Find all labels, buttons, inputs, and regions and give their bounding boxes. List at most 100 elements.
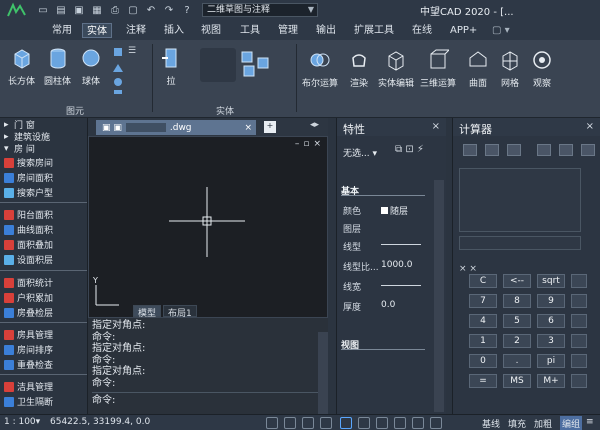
calc-key-pi[interactable]: pi <box>537 354 565 368</box>
document-tab[interactable]: ▣ ▣ .dwg × <box>96 120 256 135</box>
tab-extended-tools[interactable]: 扩展工具 <box>350 23 398 38</box>
pick-point-icon[interactable] <box>537 144 551 156</box>
calc-key-c[interactable]: C <box>469 274 497 288</box>
tab-annotate[interactable]: 注释 <box>122 23 150 38</box>
paste-icon[interactable] <box>581 144 595 156</box>
palette-item-room-sort[interactable]: 房间排序 <box>4 343 53 356</box>
calc-key-extra[interactable] <box>571 294 587 308</box>
palette-item-overlap-check[interactable]: 重叠检查 <box>4 358 53 371</box>
cylinder-button[interactable]: 圆柱体 <box>44 46 71 87</box>
transparency-icon[interactable] <box>412 417 424 429</box>
lineweight-preview[interactable] <box>381 285 421 286</box>
calc-key-sqrt[interactable]: sqrt <box>537 274 565 288</box>
palette-item-balcony-area[interactable]: 阳台面积 <box>4 208 53 221</box>
calc-key-1[interactable]: 1 <box>469 334 497 348</box>
palette-item-room-area[interactable]: 房间面积 <box>4 171 53 184</box>
polar-icon[interactable] <box>320 417 332 429</box>
tab-layout1[interactable]: 布局1 <box>163 305 197 319</box>
tab-app-plus[interactable]: APP+ <box>446 23 481 38</box>
3d-ops-button[interactable]: 三维运算 <box>418 48 458 89</box>
calc-key-mplus[interactable]: M+ <box>537 374 565 388</box>
help-icon[interactable]: ? <box>180 3 194 17</box>
close-icon[interactable]: × <box>432 121 440 132</box>
sphere-button[interactable]: 球体 <box>80 46 102 87</box>
grid-icon[interactable] <box>266 417 278 429</box>
linetype-preview[interactable] <box>381 244 421 245</box>
quick-select-icons[interactable]: ⧉ ⊡ ⚡ <box>395 144 424 155</box>
observe-button[interactable]: 观察 <box>528 48 556 89</box>
palette-item-curve-area[interactable]: 曲线面积 <box>4 223 53 236</box>
more-primitives-icon[interactable] <box>112 46 126 96</box>
status-toggle-bold[interactable]: 加粗 <box>534 417 552 430</box>
tab-model[interactable]: 模型 <box>133 305 162 319</box>
render-button[interactable]: 渲染 <box>344 48 374 89</box>
calc-key-extra[interactable] <box>571 274 587 288</box>
palette-item-overlap-layer[interactable]: 房叠检层 <box>4 306 53 319</box>
palette-item-partition[interactable]: 卫生隔断 <box>4 395 53 408</box>
new-tab-icon[interactable]: + <box>264 121 276 133</box>
calc-key-4[interactable]: 4 <box>469 314 497 328</box>
drawing-canvas[interactable]: –▫× Y 模型 布局1 <box>88 136 328 319</box>
selection-dropdown[interactable]: 无选... ▾ <box>343 146 377 159</box>
tab-manage[interactable]: 管理 <box>274 23 302 38</box>
solid-tool-icon[interactable] <box>240 50 280 83</box>
calc-key-5[interactable]: 5 <box>503 314 531 328</box>
calc-key-backspace[interactable]: <-- <box>503 274 531 288</box>
calc-key-extra[interactable] <box>571 334 587 348</box>
calc-key-7[interactable]: 7 <box>469 294 497 308</box>
palette-item-sanitary[interactable]: 洁具管理 <box>4 380 53 393</box>
calc-key-extra[interactable] <box>571 374 587 388</box>
calc-key-dot[interactable]: . <box>503 354 531 368</box>
print-icon[interactable]: ⎙ <box>108 3 122 17</box>
save-as-icon[interactable]: ▦ <box>90 3 104 17</box>
selection-cycle-icon[interactable] <box>430 417 442 429</box>
tab-online[interactable]: 在线 <box>408 23 436 38</box>
status-menu-icon[interactable]: ≡ <box>586 417 594 427</box>
palette-item-area-layer[interactable]: 设面积层 <box>4 253 53 266</box>
tab-tools[interactable]: 工具 <box>236 23 264 38</box>
osnap-icon[interactable] <box>340 417 352 429</box>
palette-item-search-room[interactable]: 搜索房间 <box>4 156 53 169</box>
palette-item-area-sum[interactable]: 户积累加 <box>4 291 53 304</box>
prop-value-thickness[interactable]: 0.0 <box>381 300 395 310</box>
ribbon-options-icon[interactable]: ▢ ▾ <box>488 23 514 38</box>
calc-key-6[interactable]: 6 <box>537 314 565 328</box>
tab-solid[interactable]: 实体 <box>82 23 112 38</box>
close-icon[interactable]: × <box>244 123 252 133</box>
close-icon[interactable]: × <box>586 121 594 132</box>
calc-key-extra[interactable] <box>571 314 587 328</box>
distance-icon[interactable] <box>507 144 521 156</box>
solid-edit-button[interactable]: 实体编辑 <box>376 48 416 89</box>
prop-value-color[interactable]: 随层 <box>381 204 408 217</box>
tab-common[interactable]: 常用 <box>48 23 76 38</box>
calc-key-0[interactable]: 0 <box>469 354 497 368</box>
palette-item-area-add[interactable]: 面积叠加 <box>4 238 53 251</box>
calc-key-2[interactable]: 2 <box>503 334 531 348</box>
otrack-icon[interactable] <box>358 417 370 429</box>
status-toggle-fill[interactable]: 填充 <box>508 417 526 430</box>
preview-icon[interactable]: ▢ <box>126 3 140 17</box>
calc-key-9[interactable]: 9 <box>537 294 565 308</box>
properties-scrollbar[interactable] <box>434 180 444 412</box>
calc-key-8[interactable]: 8 <box>503 294 531 308</box>
section-basic[interactable]: 基本 <box>341 184 425 197</box>
status-toggle-baseline[interactable]: 基线 <box>482 417 500 430</box>
undo-icon[interactable]: ↶ <box>144 3 158 17</box>
surface-button[interactable]: 曲面 <box>464 48 492 89</box>
clear-icon[interactable] <box>463 144 477 156</box>
palette-item-search-type[interactable]: 搜索户型 <box>4 186 53 199</box>
prop-value-ltscale[interactable]: 1000.0 <box>381 260 413 270</box>
box-button[interactable]: 长方体 <box>8 46 35 87</box>
mesh-button[interactable]: 网格 <box>496 48 524 89</box>
tab-view[interactable]: 视图 <box>197 23 225 38</box>
angle-icon[interactable] <box>559 144 573 156</box>
extrude-button[interactable]: 拉 <box>160 46 182 87</box>
annotation-scale[interactable]: 1 : 100▾ <box>4 417 40 427</box>
command-scrollbar[interactable] <box>318 332 328 414</box>
lineweight-toggle-icon[interactable] <box>394 417 406 429</box>
tab-scroll-arrows[interactable]: ◂▸ <box>310 120 319 130</box>
status-toggle-group[interactable]: 编组 <box>560 416 583 430</box>
open-folder-icon[interactable]: ▤ <box>54 3 68 17</box>
calc-key-equals[interactable]: = <box>469 374 497 388</box>
ortho-icon[interactable] <box>302 417 314 429</box>
